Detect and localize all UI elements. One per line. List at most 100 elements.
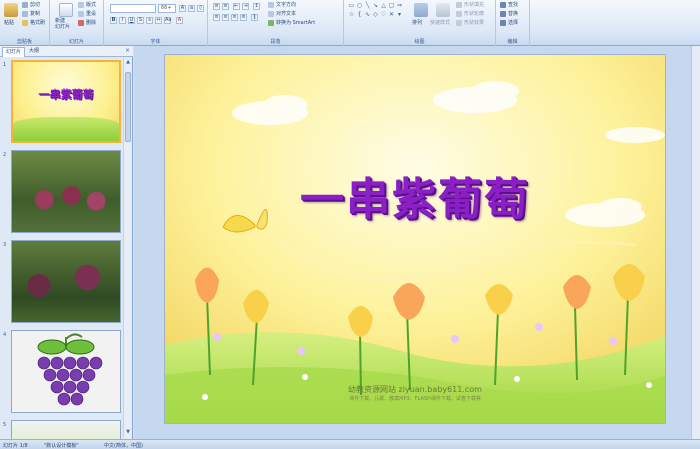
italic-button[interactable]: I <box>119 17 126 24</box>
close-icon[interactable]: × <box>125 47 130 54</box>
current-slide[interactable]: 一串紫葡萄 幼教资源网站 ziyuan.baby611.com 课件下载、儿歌、… <box>164 54 666 424</box>
language-status: 中文(简体，中国) <box>104 443 143 449</box>
scroll-up-icon[interactable]: ▲ <box>124 59 132 67</box>
align-left-button[interactable]: ≡ <box>213 14 220 21</box>
pane-tabs: 幻灯片 大纲 × <box>0 46 133 57</box>
shape-fill-button[interactable]: 形状填充 <box>456 1 484 8</box>
callout-shape-icon[interactable]: ◇ <box>372 11 379 18</box>
copy-button[interactable]: 复制 <box>22 10 40 17</box>
tab-outline[interactable]: 大纲 <box>26 47 42 57</box>
thumb-number: 3 <box>3 242 7 248</box>
delete-slide-button[interactable]: 删除 <box>78 19 96 26</box>
editing-group: 查找 替换 选择 编辑 <box>496 0 530 46</box>
slide-title[interactable]: 一串紫葡萄 <box>165 163 665 227</box>
pen-icon <box>456 10 462 17</box>
slides-pane: 幻灯片 大纲 × 1 一串紫葡萄 2 3 4 5 ▲ ▼ <box>0 46 133 439</box>
slide-position: 幻灯片 1/8 <box>3 443 28 449</box>
shape-effects-button[interactable]: 形状效果 <box>456 19 484 26</box>
clear-format-button[interactable]: ◊ <box>197 5 204 12</box>
arrow-shape-icon[interactable]: ↘ <box>372 2 379 9</box>
leaf-drawing <box>12 421 120 439</box>
align-center-button[interactable]: ≡ <box>222 14 229 21</box>
replace-icon <box>500 10 506 17</box>
numbering-button[interactable]: ≡ <box>222 3 229 10</box>
tab-slides[interactable]: 幻灯片 <box>2 47 26 57</box>
quick-styles-icon[interactable] <box>436 3 450 17</box>
arrange-button[interactable]: 排列 <box>412 19 422 26</box>
theme-name: "默认设计模板" <box>44 443 79 449</box>
clipboard-group: 粘贴 剪切 复制 格式刷 剪贴板 <box>0 0 50 46</box>
decrease-indent-button[interactable]: ⇤ <box>233 3 240 10</box>
align-right-button[interactable]: ≡ <box>231 14 238 21</box>
line-shape-icon[interactable]: ╲ <box>364 2 371 9</box>
editor-scrollbar[interactable] <box>691 46 700 439</box>
increase-indent-button[interactable]: ⇥ <box>242 3 249 10</box>
change-case-button[interactable]: Aa <box>164 17 171 24</box>
bold-button[interactable]: B <box>110 17 117 24</box>
scroll-thumb[interactable] <box>125 72 131 142</box>
brush-icon <box>22 19 28 26</box>
slide-thumbnail-2[interactable] <box>11 150 121 233</box>
scroll-down-icon[interactable]: ▼ <box>124 429 132 437</box>
slide-thumbnail-4[interactable] <box>11 330 121 413</box>
scissors-icon <box>22 1 28 8</box>
thumb-title: 一串紫葡萄 <box>38 88 94 101</box>
font-size-box[interactable]: 66+ <box>158 4 176 13</box>
line-spacing-button[interactable]: ↕ <box>253 3 260 10</box>
cross-shape-icon[interactable]: ✕ <box>388 11 395 18</box>
font-color-button[interactable]: A <box>176 17 183 24</box>
text-direction-button[interactable]: 文字方向 <box>268 1 296 8</box>
slides-group-label: 幻灯片 <box>68 39 84 45</box>
justify-button[interactable]: ≡ <box>240 14 247 21</box>
font-group-label: 字体 <box>150 39 161 45</box>
reset-button[interactable]: 重设 <box>78 10 96 17</box>
shrink-font-button[interactable]: a <box>188 5 195 12</box>
rectangle-shape-icon[interactable]: ▭ <box>348 2 355 9</box>
thumbnail-scrollbar[interactable]: ▲ ▼ <box>123 58 131 438</box>
arrow-right-shape-icon[interactable]: ⇒ <box>396 2 403 9</box>
smartart-icon <box>268 19 274 26</box>
paste-icon[interactable] <box>4 3 18 17</box>
slide-thumbnail-5[interactable] <box>11 420 121 439</box>
heart-shape-icon[interactable]: ♡ <box>380 11 387 18</box>
slide-editor: 一串紫葡萄 幼教资源网站 ziyuan.baby611.com 课件下载、儿歌、… <box>134 46 700 439</box>
slide-thumbnail-3[interactable] <box>11 240 121 323</box>
align-text-button[interactable]: 对齐文本 <box>268 10 296 17</box>
quick-styles-button[interactable]: 快速样式 <box>430 19 450 26</box>
bullets-button[interactable]: ≡ <box>213 3 220 10</box>
grow-font-button[interactable]: A <box>179 5 186 12</box>
rounded-rect-shape-icon[interactable]: ▢ <box>388 2 395 9</box>
copy-icon <box>22 10 28 17</box>
thumb-number: 4 <box>3 332 7 338</box>
thumb-meadow <box>13 117 119 141</box>
find-button[interactable]: 查找 <box>500 1 518 8</box>
reset-icon <box>78 10 84 17</box>
more-shapes-icon[interactable]: ▾ <box>396 11 403 18</box>
shadow-button[interactable]: s <box>146 17 153 24</box>
shape-outline-button[interactable]: 形状轮廓 <box>456 10 484 17</box>
triangle-shape-icon[interactable]: △ <box>380 2 387 9</box>
new-slide-button[interactable]: 新建 幻灯片 <box>55 18 70 30</box>
arrange-icon[interactable] <box>414 3 428 17</box>
paste-button[interactable]: 粘贴 <box>4 19 14 26</box>
star-shape-icon[interactable]: ☆ <box>348 11 355 18</box>
format-painter-button[interactable]: 格式刷 <box>22 19 45 26</box>
curve-shape-icon[interactable]: ∿ <box>364 11 371 18</box>
editing-group-label: 编辑 <box>507 39 518 45</box>
slide-thumbnail-1[interactable]: 一串紫葡萄 <box>11 60 121 143</box>
new-slide-icon[interactable] <box>59 3 73 17</box>
grape-drawing-icon <box>37 333 103 406</box>
select-button[interactable]: 选择 <box>500 19 518 26</box>
strikethrough-button[interactable]: S <box>137 17 144 24</box>
layout-button[interactable]: 版式 <box>78 1 96 8</box>
smartart-button[interactable]: 转换为 SmartArt <box>268 19 315 26</box>
underline-button[interactable]: U <box>128 17 135 24</box>
layout-icon <box>78 1 84 8</box>
replace-button[interactable]: 替换 <box>500 10 518 17</box>
columns-button[interactable]: ‖ <box>251 14 258 21</box>
oval-shape-icon[interactable]: ○ <box>356 2 363 9</box>
brace-shape-icon[interactable]: { <box>356 11 363 18</box>
cut-button[interactable]: 剪切 <box>22 1 40 8</box>
char-spacing-button[interactable]: ↔ <box>155 17 162 24</box>
font-name-box[interactable] <box>110 4 156 13</box>
